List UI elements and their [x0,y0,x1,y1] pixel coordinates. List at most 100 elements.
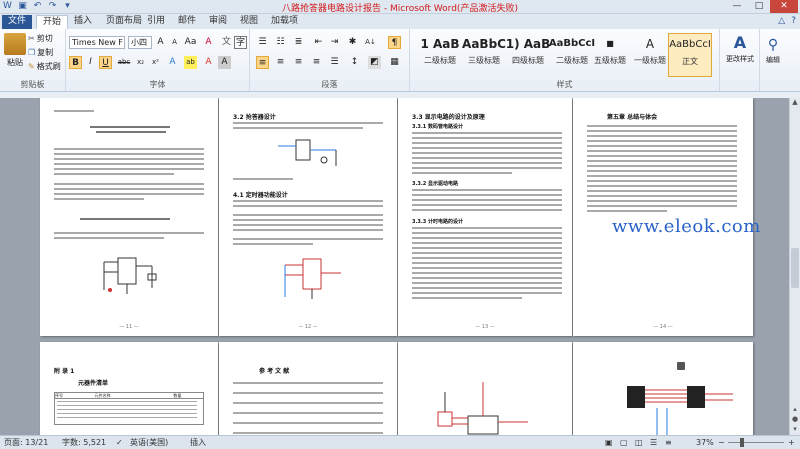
format-painter-button[interactable]: ✎ 格式刷 [28,61,61,72]
draft-icon[interactable]: ≡ [665,436,672,449]
page-thumb-7[interactable] [398,342,572,435]
page-thumb-5[interactable]: 附 录 1 元器件清单 序号 元件名称 数量 [40,342,218,435]
grow-font-button[interactable]: A [154,36,167,49]
change-styles-group: A 更改样式 [720,29,760,91]
text-line [587,145,737,147]
multilevel-list-icon[interactable]: ≣ [292,36,305,49]
shrink-font-button[interactable]: A [168,36,181,49]
shading-icon[interactable]: ◩ [368,56,381,69]
copy-button[interactable]: ❐ 复制 [28,47,53,58]
page-count-status[interactable]: 页面: 13/21 [4,436,48,449]
tab-insert[interactable]: 插入 [68,15,98,29]
text-line [412,262,562,264]
phonetic-guide-button[interactable]: 文 [220,36,233,49]
paste-button[interactable]: 粘贴 [4,33,26,68]
page-thumb-1[interactable]: — 11 — [40,98,218,336]
align-right-icon[interactable]: ≡ [292,56,305,69]
tab-mailings[interactable]: 邮件 [172,15,202,29]
align-left-icon[interactable]: ≡ [256,56,269,69]
zoom-out-button[interactable]: − [718,436,725,449]
web-layout-icon[interactable]: ◫ [635,436,643,449]
line-spacing-icon[interactable]: ↕ [348,56,361,69]
change-case-button[interactable]: Aa [184,36,197,49]
minimize-button[interactable]: — [726,0,748,13]
sort-button[interactable]: A↓ [364,36,377,49]
text-line [412,227,562,229]
page-thumb-8[interactable] [573,342,753,435]
char-border-button[interactable]: 字 [234,36,247,49]
strikethrough-button[interactable]: abc [116,56,132,69]
text-line [412,209,562,211]
tab-addins[interactable]: 加载项 [265,15,304,29]
insert-mode-status[interactable]: 插入 [190,436,206,449]
increase-indent-icon[interactable]: ⇥ [328,36,341,49]
change-styles-button[interactable]: A 更改样式 [722,33,758,64]
tab-view[interactable]: 视图 [234,15,264,29]
style-heading5[interactable]: ■ 五级标题 [590,33,630,77]
font-color-button[interactable]: A [202,56,215,69]
font-size-combo[interactable]: 小四 [128,36,152,49]
page-thumb-2[interactable]: 3.2 抢答器设计 4.1 定时器功能设计 — 12 — [219,98,397,336]
table-row [57,405,197,406]
zoom-level[interactable]: 37% [696,436,714,449]
language-status[interactable]: 英语(美国) [130,436,168,449]
formula-line [80,218,170,220]
align-center-icon[interactable]: ≡ [274,56,287,69]
section-heading: 3.2 抢答器设计 [233,114,276,121]
char-shading-button[interactable]: A [218,56,231,69]
help-icon[interactable]: ? [791,16,796,26]
text-line [412,137,562,139]
cut-button[interactable]: ✂ 剪切 [28,33,53,44]
style-heading1[interactable]: A 一级标题 [630,33,670,77]
underline-button[interactable]: U [99,56,112,69]
scroll-thumb[interactable] [791,248,799,288]
tab-references[interactable]: 引用 [141,15,171,29]
minimize-ribbon-icon[interactable]: △ [778,16,785,26]
decrease-indent-icon[interactable]: ⇤ [312,36,325,49]
superscript-button[interactable]: x² [149,56,162,69]
show-marks-button[interactable]: ¶ [388,36,401,49]
prev-page-icon[interactable]: ▴ [790,405,800,415]
scroll-up-icon[interactable]: ▲ [790,98,800,108]
justify-icon[interactable]: ≡ [310,56,323,69]
print-layout-icon[interactable]: ▣ [605,436,613,449]
outline-icon[interactable]: ☰ [650,436,657,449]
editing-button[interactable]: ⚲ 编辑 [766,37,780,65]
page-thumb-3[interactable]: 3.3 显示电路的设计及原理 3.3.1 数码管电路设计 3.3.2 显示驱动电… [398,98,572,336]
zoom-slider[interactable] [728,442,784,443]
text-line [233,122,383,124]
clear-format-button[interactable]: A [202,36,215,49]
tab-file[interactable]: 文件 [2,15,32,29]
word-count-status[interactable]: 字数: 5,521 [62,436,106,449]
maximize-button[interactable]: □ [748,0,770,13]
tab-home[interactable]: 开始 [36,15,69,29]
zoom-in-button[interactable]: + [788,436,795,449]
full-screen-icon[interactable]: ▢ [620,436,628,449]
zoom-slider-thumb[interactable] [740,438,744,447]
font-name-combo[interactable]: Times New F [69,36,125,49]
chinese-layout-icon[interactable]: ✱ [346,36,359,49]
text-effects-button[interactable]: A [166,56,179,69]
text-line [54,198,144,200]
italic-button[interactable]: I [84,56,97,69]
browse-object-icon[interactable]: ● [790,415,800,425]
numbering-icon[interactable]: ☷ [274,36,287,49]
page-thumb-6[interactable]: 参 考 文 献 [219,342,397,435]
change-styles-icon: A [733,33,747,52]
borders-icon[interactable]: ▦ [388,56,401,69]
reference-item [233,382,383,384]
distributed-icon[interactable]: ☰ [328,56,341,69]
bullets-icon[interactable]: ☰ [256,36,269,49]
bold-button[interactable]: B [69,56,82,69]
close-button[interactable]: ✕ [770,0,798,13]
text-line [54,148,204,150]
document-area[interactable]: — 11 — 3.2 抢答器设计 4.1 定时器功能设计 — 12 — 3.3 [0,98,789,435]
next-page-icon[interactable]: ▾ [790,425,800,435]
highlight-button[interactable]: ab [184,56,197,69]
style-normal[interactable]: AaBbCcI 正文 [668,33,712,77]
proofing-icon[interactable]: ✓ [116,436,123,449]
tab-review[interactable]: 审阅 [203,15,233,29]
vertical-scrollbar[interactable]: ▲ ▴ ● ▾ [789,98,800,435]
reference-item [233,412,383,414]
subscript-button[interactable]: x₂ [134,56,147,69]
